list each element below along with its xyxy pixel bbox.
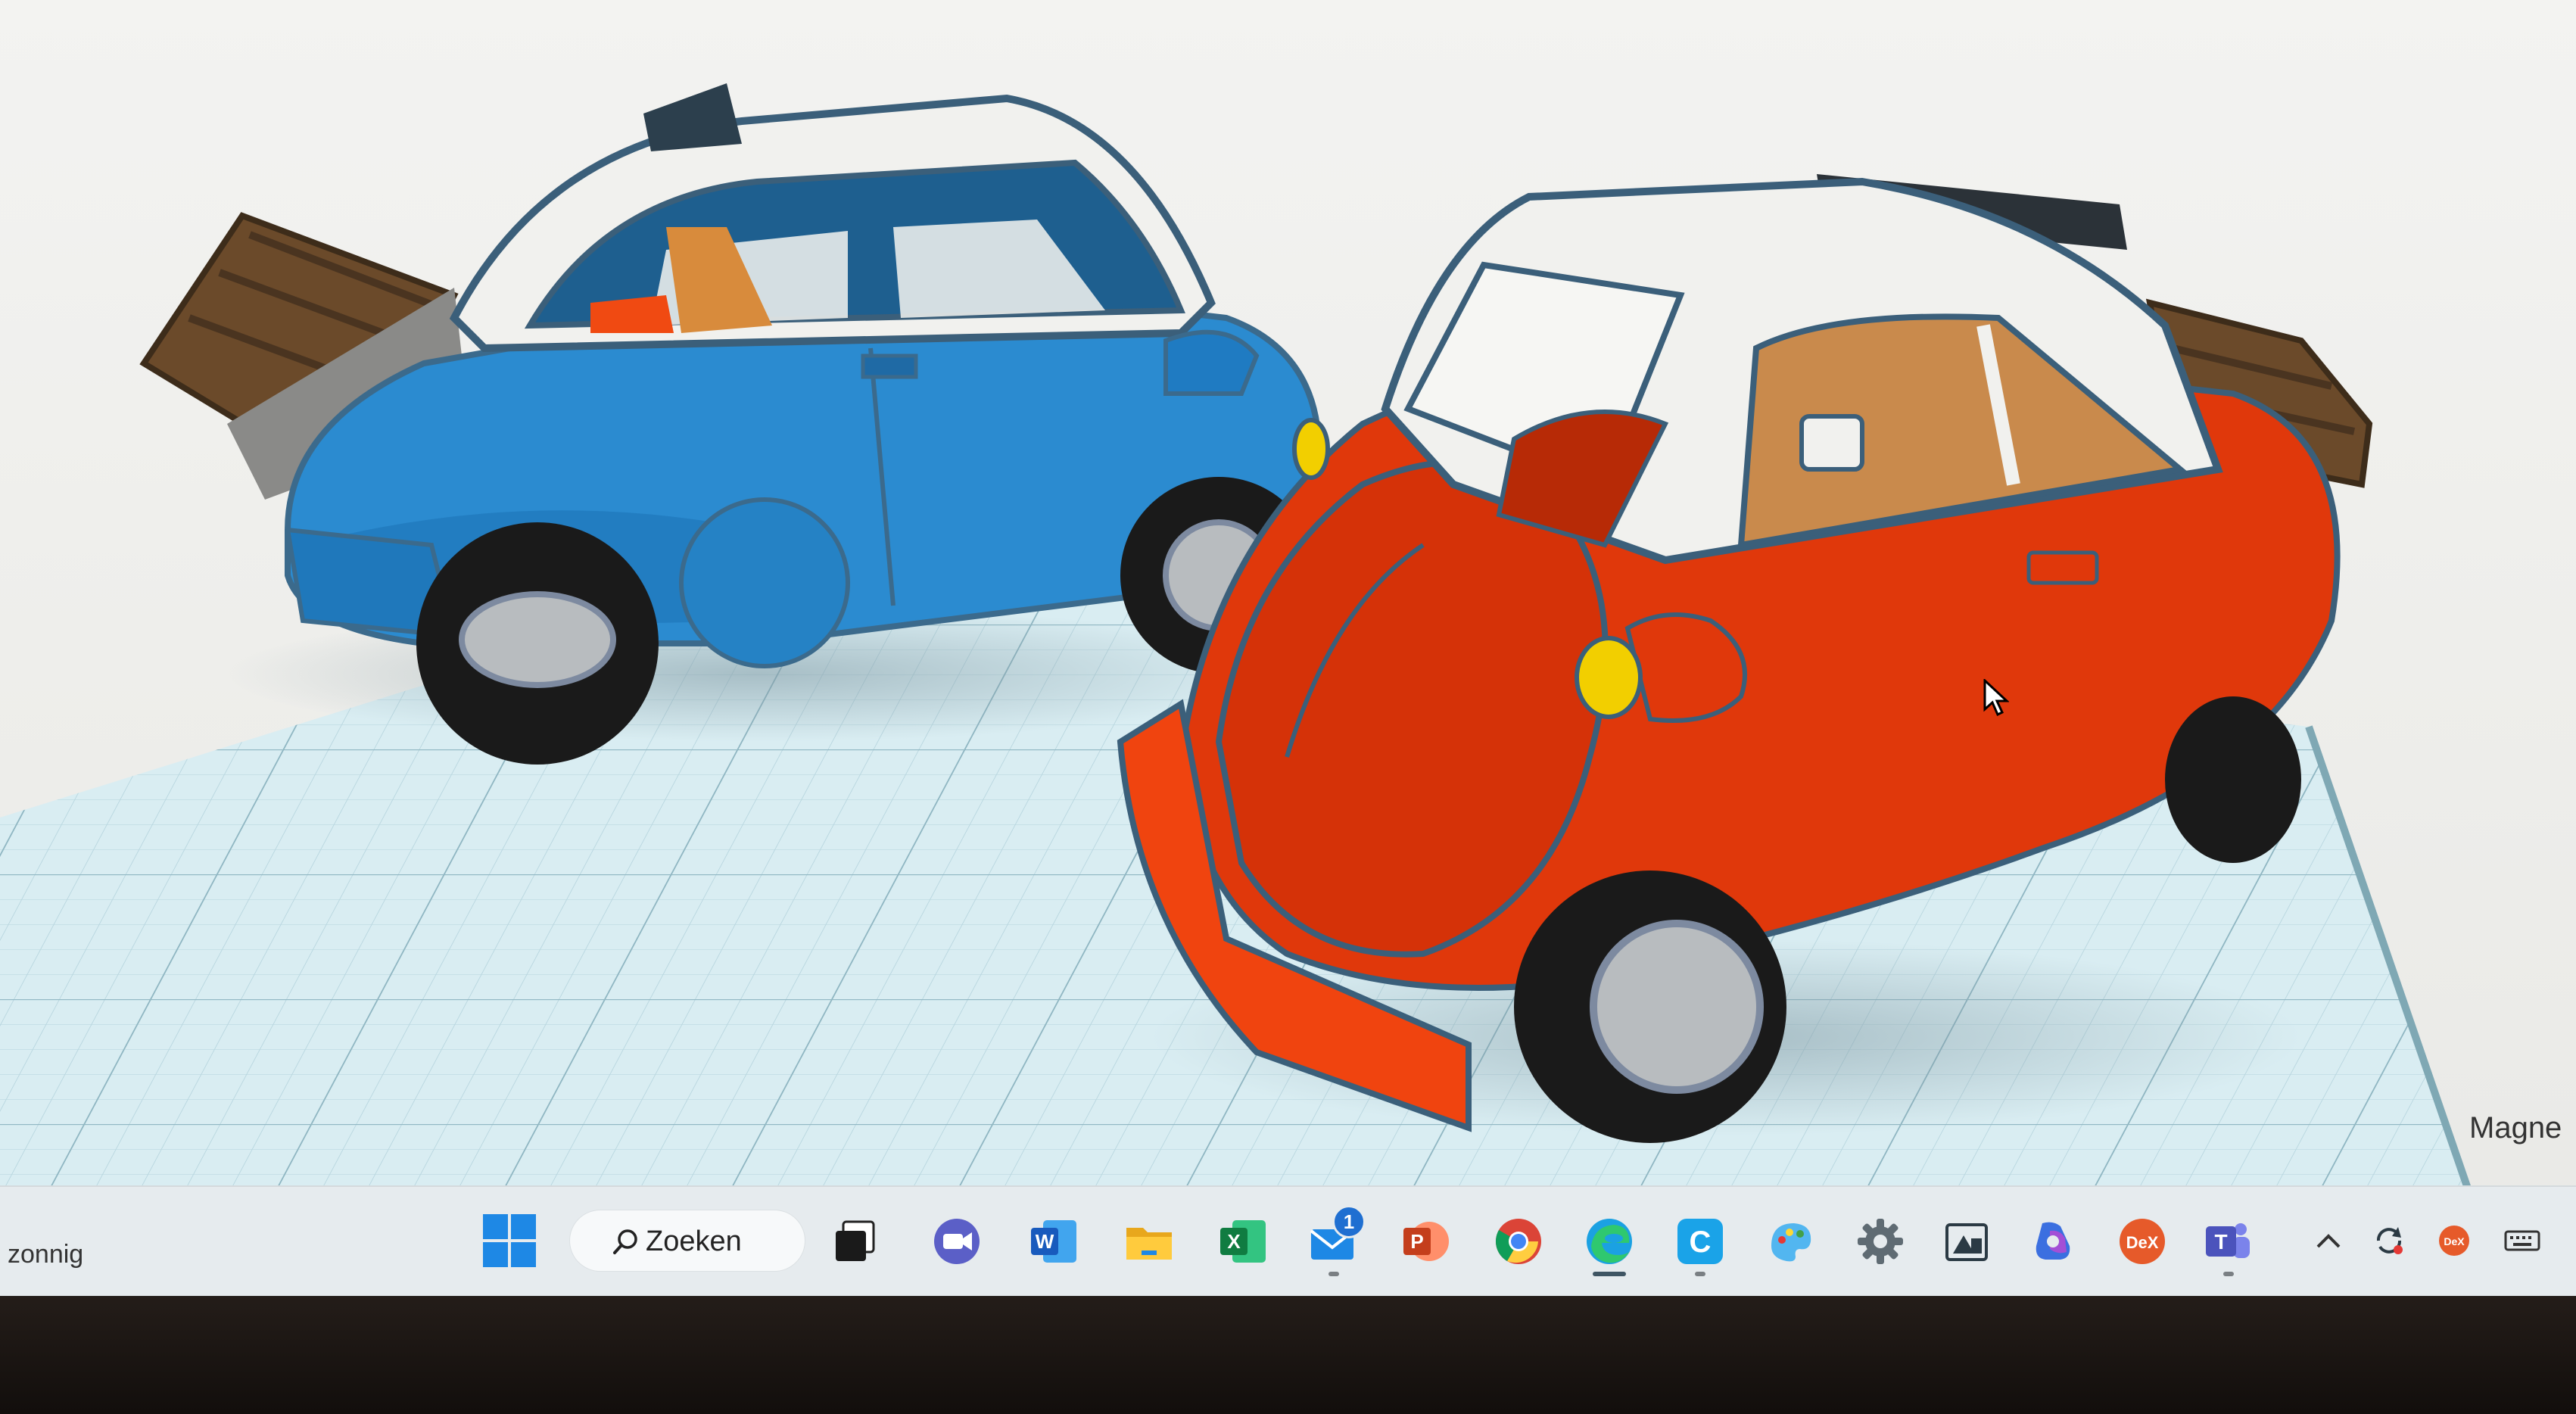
excel-icon: X <box>1220 1220 1266 1263</box>
svg-text:P: P <box>1410 1230 1423 1253</box>
image-icon <box>1945 1223 1988 1261</box>
powerpoint-icon: P <box>1403 1222 1449 1261</box>
svg-text:DeX: DeX <box>2126 1233 2159 1252</box>
taskbar-app-excel[interactable]: X <box>1211 1210 1275 1273</box>
taskview-button[interactable] <box>824 1210 887 1273</box>
blue-car-wheel-rear <box>416 522 659 765</box>
taskbar-app-dex[interactable]: DeX <box>2110 1210 2174 1273</box>
svg-text:W: W <box>1036 1230 1054 1253</box>
word-icon: W <box>1031 1220 1076 1263</box>
chevron-up-icon <box>2316 1234 2341 1248</box>
tray-keyboard[interactable] <box>2498 1214 2546 1267</box>
taskbar-app-paint[interactable] <box>1759 1210 1823 1273</box>
edge-icon <box>1587 1219 1632 1264</box>
search-icon <box>613 1229 637 1254</box>
windows-start-icon[interactable] <box>483 1214 536 1267</box>
taskbar-app-meet[interactable] <box>925 1210 989 1273</box>
red-car-wheel-rear <box>2165 696 2301 863</box>
svg-text:DeX: DeX <box>2444 1235 2465 1247</box>
tray-dex[interactable]: DeX <box>2430 1214 2478 1267</box>
mail-badge: 1 <box>1332 1205 1366 1238</box>
chrome-icon <box>1495 1219 1541 1264</box>
tray-overflow-button[interactable] <box>2304 1214 2353 1267</box>
taskbar-app-powerpoint[interactable]: P <box>1394 1210 1458 1273</box>
3d-viewport[interactable] <box>0 0 2576 1188</box>
taskbar-app-teams[interactable]: T <box>2197 1210 2260 1276</box>
video-call-icon <box>934 1219 980 1264</box>
taskbar-app-edge[interactable] <box>1578 1210 1641 1276</box>
paint-icon <box>1771 1223 1811 1262</box>
clipchamp-icon: C <box>1677 1219 1723 1264</box>
folder-icon <box>1126 1228 1172 1260</box>
teams-icon: T <box>2206 1223 2250 1258</box>
running-indicator <box>1695 1272 1705 1276</box>
task-view-icon <box>836 1220 875 1261</box>
magnet-label: Magne <box>2469 1111 2562 1145</box>
monitor-bezel <box>0 1296 2576 1414</box>
tray-sync[interactable] <box>2365 1214 2413 1267</box>
taskbar-app-chrome[interactable] <box>1487 1210 1550 1273</box>
taskbar-app-clipchamp[interactable]: C <box>1668 1210 1732 1276</box>
keyboard-icon <box>2504 1230 2540 1251</box>
taskbar-app-copilot[interactable] <box>2021 1210 2085 1273</box>
running-indicator <box>1328 1272 1339 1276</box>
gear-icon <box>1858 1219 1903 1264</box>
taskbar-app-word[interactable]: W <box>1022 1210 1086 1273</box>
sync-icon <box>2377 1227 2403 1254</box>
taskbar-app-explorer[interactable] <box>1117 1210 1181 1273</box>
red-car-wheel-front <box>1514 871 1786 1143</box>
taskbar-app-settings[interactable] <box>1849 1210 1912 1273</box>
active-indicator <box>1593 1272 1626 1276</box>
svg-text:X: X <box>1227 1230 1241 1253</box>
svg-text:C: C <box>1690 1226 1712 1259</box>
dex-icon: DeX <box>2120 1219 2165 1264</box>
windows-taskbar: zonnig Zoeken W X 1 P C DeX T DeX <box>0 1185 2576 1296</box>
copilot-icon <box>2036 1222 2070 1260</box>
running-indicator <box>2223 1272 2234 1276</box>
tinkercad-workspace: Magne zonnig Zoeken W X 1 P C DeX T DeX <box>0 0 2576 1296</box>
search-label: Zoeken <box>646 1226 742 1257</box>
mouse-cursor-icon <box>1983 679 2009 717</box>
taskbar-app-mail[interactable]: 1 <box>1302 1205 1366 1276</box>
taskbar-app-image[interactable] <box>1935 1210 1998 1273</box>
svg-text:T: T <box>2214 1230 2227 1254</box>
dex-tray-icon: DeX <box>2439 1226 2469 1256</box>
weather-widget[interactable]: zonnig <box>8 1240 83 1269</box>
taskbar-search[interactable]: Zoeken <box>569 1210 805 1272</box>
